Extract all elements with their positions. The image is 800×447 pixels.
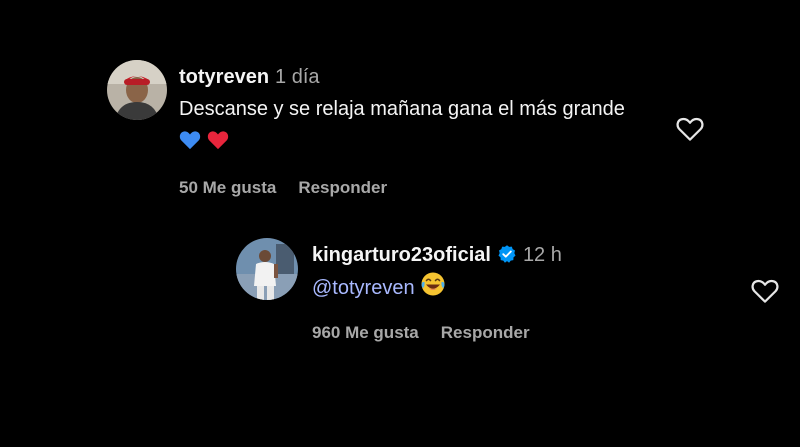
red-heart-icon (207, 128, 229, 160)
comment-text: Descanse y se relaja mañana gana el más … (179, 93, 647, 160)
avatar[interactable] (236, 238, 298, 300)
reply-button[interactable]: Responder (298, 178, 387, 197)
likes-count[interactable]: 50 Me gusta (179, 178, 276, 197)
comment-text: @totyreven (312, 271, 716, 307)
timestamp: 12 h (522, 244, 562, 266)
comment-meta: 50 Me gusta Responder (179, 178, 647, 198)
reply-comment: kingarturo23oficial 12 h @totyreven 960 … (236, 238, 779, 343)
avatar-image (236, 238, 298, 300)
likes-count[interactable]: 960 Me gusta (312, 323, 419, 342)
comment-meta: 960 Me gusta Responder (312, 323, 716, 343)
username[interactable]: kingarturo23oficial (312, 244, 491, 266)
verified-badge-icon (497, 244, 517, 264)
username[interactable]: totyreven (179, 66, 269, 88)
laughing-tears-icon (420, 271, 446, 307)
avatar[interactable] (107, 60, 167, 120)
timestamp: 1 día (275, 66, 320, 88)
like-button[interactable] (675, 114, 705, 144)
reply-button[interactable]: Responder (441, 323, 530, 342)
avatar-image (107, 60, 167, 120)
comment: totyreven 1 día Descanse y se relaja maña… (107, 60, 704, 198)
comment-body: Descanse y se relaja mañana gana el más … (179, 98, 625, 120)
mention-link[interactable]: @totyreven (312, 277, 415, 299)
blue-heart-icon (179, 128, 201, 160)
heart-outline-icon (676, 117, 704, 141)
heart-outline-icon (751, 279, 779, 303)
like-button[interactable] (750, 276, 780, 306)
